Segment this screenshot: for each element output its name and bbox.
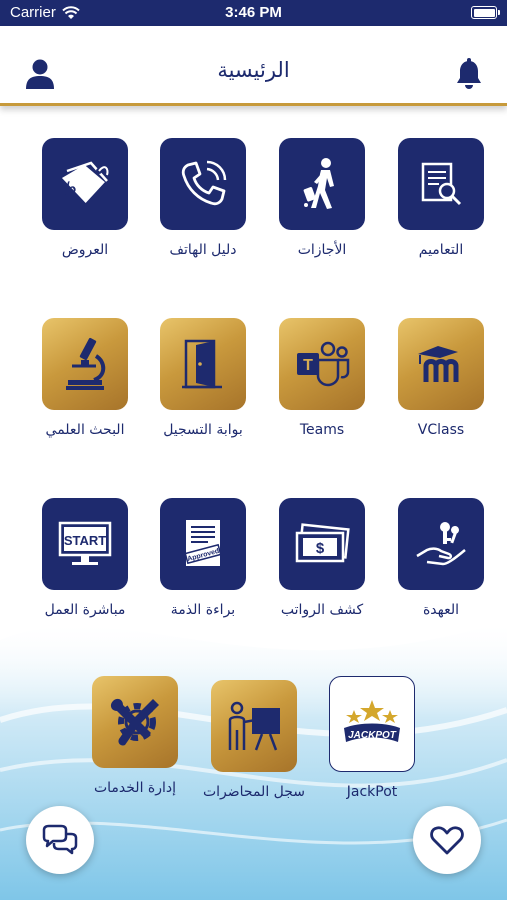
tile-phone-directory[interactable]: دليل الهاتف xyxy=(148,138,258,258)
tile-teams[interactable]: T Teams xyxy=(267,318,377,438)
moodle-icon xyxy=(418,346,459,382)
status-time: 3:46 PM xyxy=(225,4,282,21)
tile-label: الأجازات xyxy=(297,242,347,258)
tile-start-work[interactable]: START مباشرة العمل xyxy=(30,498,140,618)
tile-offers[interactable]: % العروض xyxy=(30,138,140,258)
tile-icon-box xyxy=(160,138,246,230)
tile-icon-box xyxy=(42,318,128,410)
tile-label: كشف الرواتب xyxy=(280,602,364,618)
tile-icon-box: T xyxy=(279,318,365,410)
tile-icon-box xyxy=(211,680,297,772)
keys-hand-icon xyxy=(416,522,466,566)
lecturer-board-icon xyxy=(228,701,280,751)
page-title: الرئيسية xyxy=(217,58,290,82)
tile-icon-box xyxy=(279,138,365,230)
microscope-icon xyxy=(66,337,106,390)
tile-custody[interactable]: العهدة xyxy=(386,498,496,618)
tile-label: البحث العلمي xyxy=(45,422,125,438)
money-bill-icon: $ xyxy=(295,523,350,563)
tile-label: براءة الذمة xyxy=(170,602,236,618)
tile-vclass[interactable]: VClass xyxy=(386,318,496,438)
traveler-icon xyxy=(303,158,334,209)
chat-button[interactable] xyxy=(26,806,94,874)
tile-label: بوابة التسجيل xyxy=(163,422,243,438)
tile-label: العهدة xyxy=(422,602,460,618)
nav-bar: الرئيسية xyxy=(0,26,507,106)
chat-bubbles-icon xyxy=(42,824,78,855)
document-search-icon xyxy=(421,162,462,206)
tile-label: Teams xyxy=(299,422,345,438)
tile-icon-box xyxy=(398,318,484,410)
tile-label: VClass xyxy=(417,422,465,438)
tile-payslips[interactable]: $ كشف الرواتب xyxy=(267,498,377,618)
notifications-button[interactable] xyxy=(451,56,487,92)
tile-services-management[interactable]: إدارة الخدمات xyxy=(80,676,190,796)
bell-icon xyxy=(457,58,481,89)
teams-icon: T xyxy=(297,341,350,387)
tile-circulars[interactable]: التعاميم xyxy=(386,138,496,258)
tile-label: العروض xyxy=(61,242,109,258)
tile-label: التعاميم xyxy=(418,242,464,258)
tile-icon-box xyxy=(398,498,484,590)
tile-label: دليل الهاتف xyxy=(169,242,237,258)
tile-label: سجل المحاضرات xyxy=(202,784,306,800)
tools-gear-icon xyxy=(110,698,159,746)
svg-text:START: START xyxy=(64,533,106,548)
tile-scientific-research[interactable]: البحث العلمي xyxy=(30,318,140,438)
tile-icon-box: JACKPOT xyxy=(329,676,415,772)
jackpot-logo-text: JACKPOT xyxy=(348,730,397,741)
tile-icon-box: Approved xyxy=(160,498,246,590)
approved-document-icon: Approved xyxy=(184,520,222,566)
tile-label: مباشرة العمل xyxy=(44,602,126,618)
tile-icon-box: START xyxy=(42,498,128,590)
tile-label: JackPot xyxy=(346,784,398,800)
battery-icon xyxy=(471,6,500,19)
tile-lecture-records[interactable]: سجل المحاضرات xyxy=(199,680,309,800)
tile-clearance[interactable]: Approved براءة الذمة xyxy=(148,498,258,618)
phone-icon xyxy=(181,160,227,206)
svg-text:$: $ xyxy=(316,540,325,557)
tile-icon-box xyxy=(160,318,246,410)
tile-icon-box: % xyxy=(42,138,128,230)
door-icon xyxy=(182,339,222,389)
favorites-button[interactable] xyxy=(413,806,481,874)
start-monitor-icon: START xyxy=(58,521,112,565)
discount-tag-icon: % xyxy=(57,161,109,203)
tile-icon-box xyxy=(398,138,484,230)
tile-registration-portal[interactable]: بوابة التسجيل xyxy=(148,318,258,438)
tile-jackpot[interactable]: JACKPOT JackPot xyxy=(317,676,427,800)
tile-label: إدارة الخدمات xyxy=(93,780,177,796)
svg-text:T: T xyxy=(303,357,313,374)
jackpot-logo: JACKPOT xyxy=(344,700,400,742)
tile-icon-box xyxy=(92,676,178,768)
heart-icon xyxy=(430,826,464,855)
tile-icon-box: $ xyxy=(279,498,365,590)
tile-leaves[interactable]: الأجازات xyxy=(267,138,377,258)
status-bar: Carrier 3:46 PM xyxy=(0,0,507,26)
